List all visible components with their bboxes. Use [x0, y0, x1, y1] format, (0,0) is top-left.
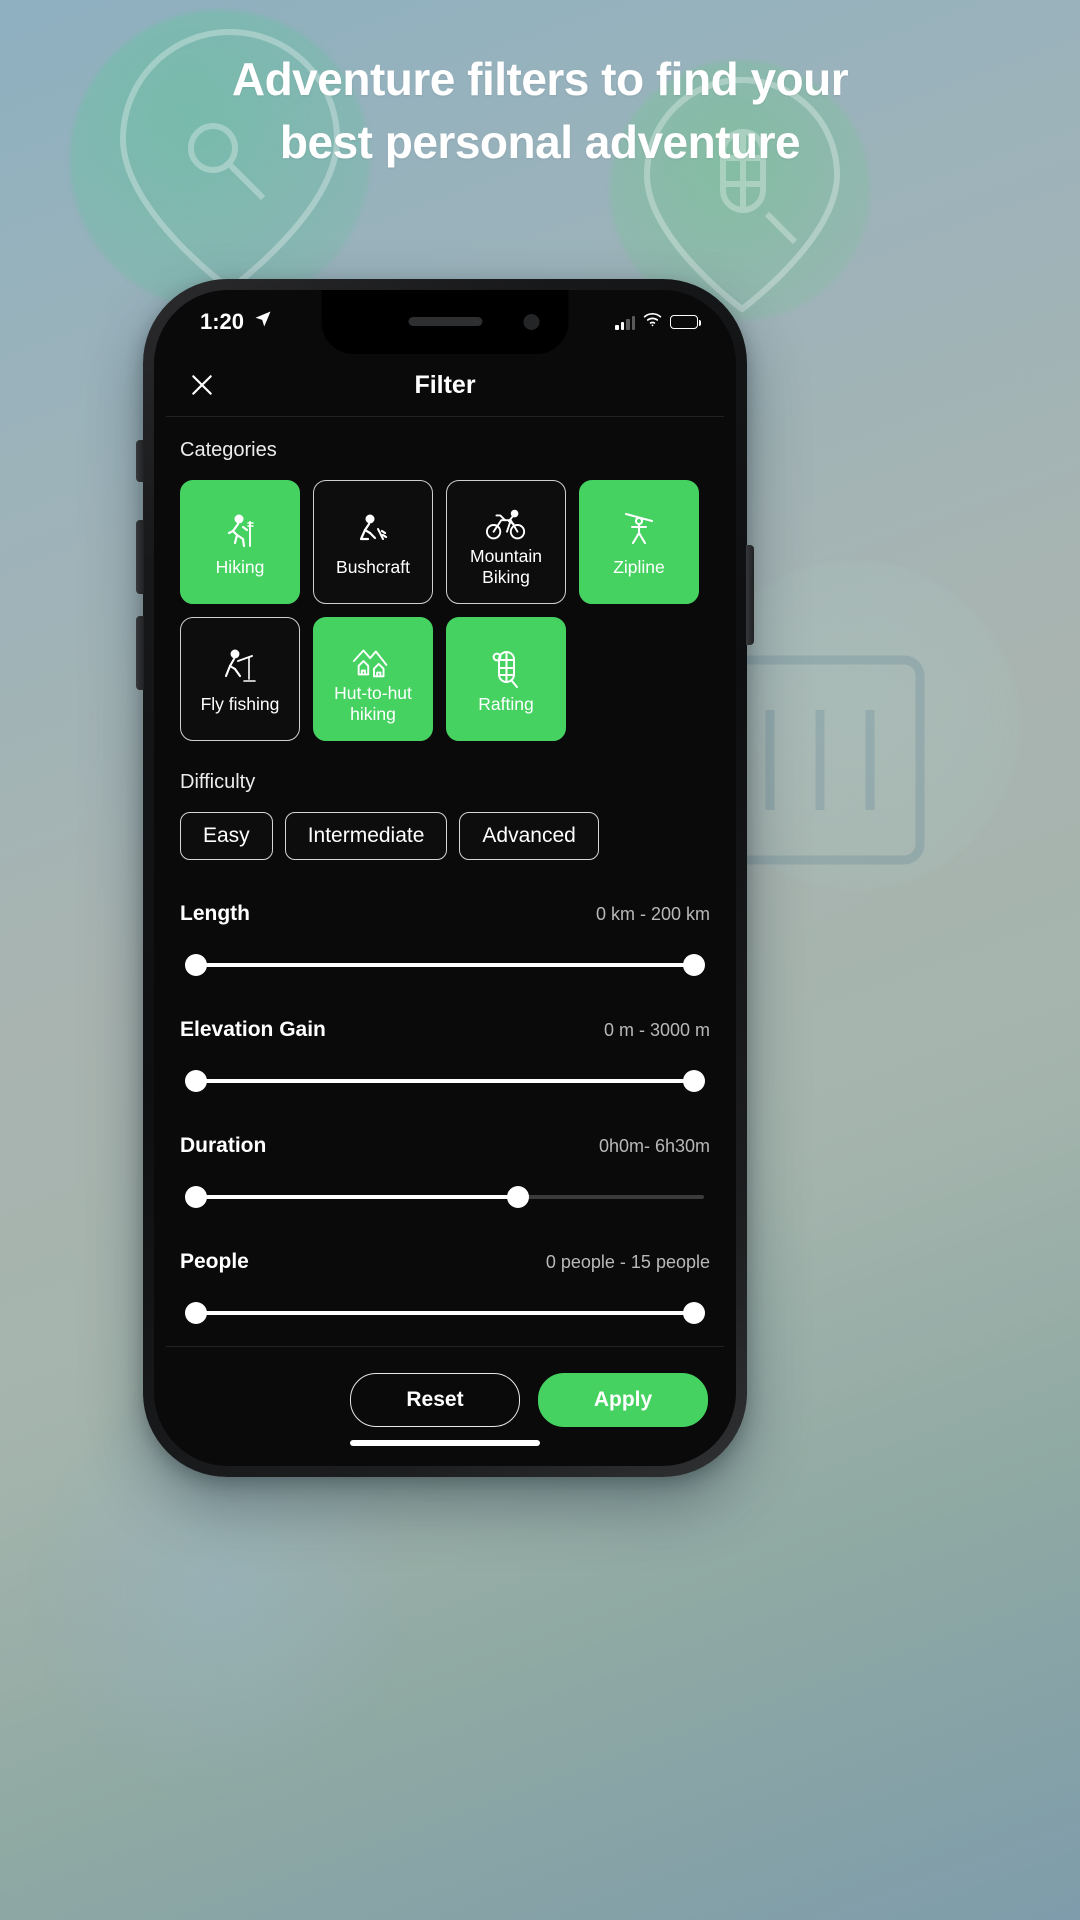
phone-mute-switch: [136, 440, 144, 482]
hiking-icon: [221, 507, 259, 553]
slider-length: Length 0 km - 200 km: [180, 902, 710, 976]
difficulty-easy[interactable]: Easy: [180, 812, 273, 860]
category-fly-fishing[interactable]: Fly fishing: [180, 617, 300, 741]
difficulty-section: Difficulty Easy Intermediate Advanced: [180, 771, 710, 860]
cellular-signal-icon: [615, 315, 635, 330]
home-indicator: [350, 1440, 540, 1446]
slider-knob-max[interactable]: [682, 954, 705, 976]
slider-knob-min[interactable]: [185, 1302, 208, 1324]
category-hiking[interactable]: Hiking: [180, 480, 300, 604]
promo-headline: Adventure filters to find your best pers…: [0, 48, 1080, 175]
rafting-icon: [491, 644, 521, 690]
category-mountain-biking[interactable]: Mountain Biking: [446, 480, 566, 604]
status-bar-left: 1:20: [200, 309, 273, 335]
zipline-icon: [622, 507, 656, 553]
slider-value: 0h0m- 6h30m: [598, 1136, 710, 1156]
slider-name: Elevation Gain: [180, 1018, 326, 1041]
filter-form: Categories Hiking Bushcraft Mountain Bik…: [154, 417, 736, 1324]
app-header: Filter: [154, 354, 736, 416]
hut-hiking-icon: [351, 633, 395, 679]
categories-section: Categories Hiking Bushcraft Mountain Bik…: [180, 439, 710, 741]
reset-button[interactable]: Reset: [350, 1373, 520, 1427]
slider-track[interactable]: [185, 954, 705, 976]
slider-knob-min[interactable]: [185, 954, 208, 976]
phone-power-button: [746, 545, 754, 645]
slider-knob-min[interactable]: [185, 1070, 208, 1092]
category-grid: Hiking Bushcraft Mountain Biking Zipline…: [180, 480, 710, 741]
difficulty-advanced[interactable]: Advanced: [459, 812, 599, 860]
category-label: Mountain Biking: [470, 546, 542, 587]
status-bar: 1:20: [154, 290, 736, 354]
category-label: Zipline: [613, 556, 665, 577]
difficulty-label: Difficulty: [180, 771, 256, 793]
category-bushcraft[interactable]: Bushcraft: [313, 480, 433, 604]
slider-duration: Duration 0h0m- 6h30m: [180, 1134, 710, 1208]
location-arrow-icon: [253, 309, 273, 335]
slider-track-fill: [196, 1195, 518, 1199]
slider-people: People 0 people - 15 people: [180, 1250, 710, 1324]
slider-track[interactable]: [185, 1302, 705, 1324]
slider-track-fill: [196, 963, 694, 967]
headline-line-1: Adventure filters to find your: [231, 53, 849, 105]
category-label: Rafting: [478, 693, 534, 714]
slider-header: Length 0 km - 200 km: [180, 902, 710, 926]
difficulty-intermediate[interactable]: Intermediate: [284, 812, 448, 860]
category-rafting[interactable]: Rafting: [446, 617, 566, 741]
slider-knob-max[interactable]: [506, 1186, 529, 1208]
slider-value: 0 m - 3000 m: [603, 1020, 710, 1040]
category-label: Fly fishing: [200, 693, 280, 714]
fly-fishing-icon: [221, 644, 259, 690]
filter-footer: Reset Apply: [154, 1347, 736, 1427]
category-hut-to-hut-hiking[interactable]: Hut-to-hut hiking: [313, 617, 433, 741]
slider-name: Length: [180, 902, 250, 925]
close-icon[interactable]: [182, 365, 222, 405]
slider-value: 0 people - 15 people: [545, 1252, 710, 1272]
slider-track-fill: [196, 1079, 694, 1083]
category-label: Hut-to-hut hiking: [334, 683, 412, 724]
category-label: Bushcraft: [336, 556, 410, 577]
status-time: 1:20: [200, 309, 245, 334]
slider-knob-min[interactable]: [185, 1186, 208, 1208]
slider-value: 0 km - 200 km: [595, 904, 710, 924]
phone-screen: 1:20 Filter Categories Hiking Bushcraft …: [154, 290, 736, 1466]
phone-volume-down: [136, 616, 144, 690]
slider-knob-max[interactable]: [682, 1302, 705, 1324]
slider-knob-max[interactable]: [682, 1070, 705, 1092]
difficulty-options: Easy Intermediate Advanced: [180, 812, 710, 860]
bushcraft-icon: [354, 507, 392, 553]
battery-icon: [670, 315, 702, 329]
slider-track[interactable]: [185, 1070, 705, 1092]
category-label: Hiking: [215, 556, 265, 577]
slider-header: People 0 people - 15 people: [180, 1250, 710, 1274]
slider-header: Elevation Gain 0 m - 3000 m: [180, 1018, 710, 1042]
slider-elevation-gain: Elevation Gain 0 m - 3000 m: [180, 1018, 710, 1092]
status-bar-right: [615, 312, 702, 332]
categories-label: Categories: [180, 439, 277, 461]
page-title: Filter: [414, 370, 476, 399]
slider-name: People: [180, 1250, 249, 1273]
phone-volume-up: [136, 520, 144, 594]
mountain-bike-icon: [485, 496, 527, 542]
slider-track[interactable]: [185, 1186, 704, 1208]
wifi-icon: [643, 312, 662, 332]
slider-name: Duration: [180, 1134, 267, 1157]
headline-line-2: best personal adventure: [279, 116, 801, 169]
apply-button[interactable]: Apply: [538, 1373, 708, 1427]
category-zipline[interactable]: Zipline: [579, 480, 699, 604]
phone-mockup: 1:20 Filter Categories Hiking Bushcraft …: [143, 279, 747, 1477]
slider-track-fill: [196, 1311, 694, 1315]
slider-header: Duration 0h0m- 6h30m: [180, 1134, 710, 1158]
